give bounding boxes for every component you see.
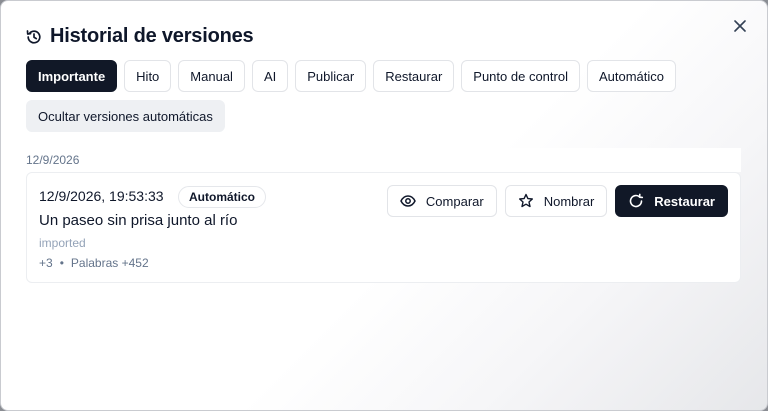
filter-publicar[interactable]: Publicar [295,60,367,92]
dialog-title: Historial de versiones [50,25,254,47]
filter-importante[interactable]: Importante [26,60,118,92]
filter-automatico[interactable]: Automático [586,60,677,92]
star-icon [518,193,533,208]
version-type-badge: Automático [178,186,266,208]
name-label: Nombrar [543,193,595,209]
compare-button[interactable]: Comparar [386,185,497,217]
compare-label: Comparar [425,193,484,209]
filter-bar: Importante Hito Manual AI Publicar Resta… [26,60,726,132]
name-version-button[interactable]: Nombrar [504,185,608,217]
filter-hito[interactable]: Hito [124,60,172,92]
version-name: Un paseo sin prisa junto al río [39,212,238,229]
date-group-heading: 12/9/2026 [26,153,80,167]
version-history-dialog: Historial de versiones Importante Hito M… [0,0,768,411]
dialog-header: Historial de versiones [26,25,254,48]
eye-icon [400,195,416,207]
filter-manual[interactable]: Manual [178,60,245,92]
stats-separator: • [59,256,64,270]
restore-label: Restaurar [654,193,715,209]
version-card: 12/9/2026, 19:53:33 Automático Un paseo … [26,172,741,283]
version-stats: +3 • Palabras +452 [39,256,149,270]
history-icon [26,29,41,44]
date-group-strip [26,148,741,172]
version-word-count: Palabras +452 [70,256,149,270]
rotate-icon [630,193,644,208]
version-source: imported [39,236,86,250]
version-timestamp: 12/9/2026, 19:53:33 [39,188,164,204]
hide-auto-versions-toggle[interactable]: Ocultar versiones automáticas [26,100,225,132]
version-actions: Comparar Nombrar Restaurar [386,185,728,217]
x-icon [734,20,746,32]
filter-ai[interactable]: AI [251,60,289,92]
restore-button[interactable]: Restaurar [615,185,728,217]
version-changes: +3 [39,256,53,270]
close-button[interactable] [729,15,751,37]
filter-punto-de-control[interactable]: Punto de control [461,60,580,92]
filter-restaurar[interactable]: Restaurar [373,60,455,92]
